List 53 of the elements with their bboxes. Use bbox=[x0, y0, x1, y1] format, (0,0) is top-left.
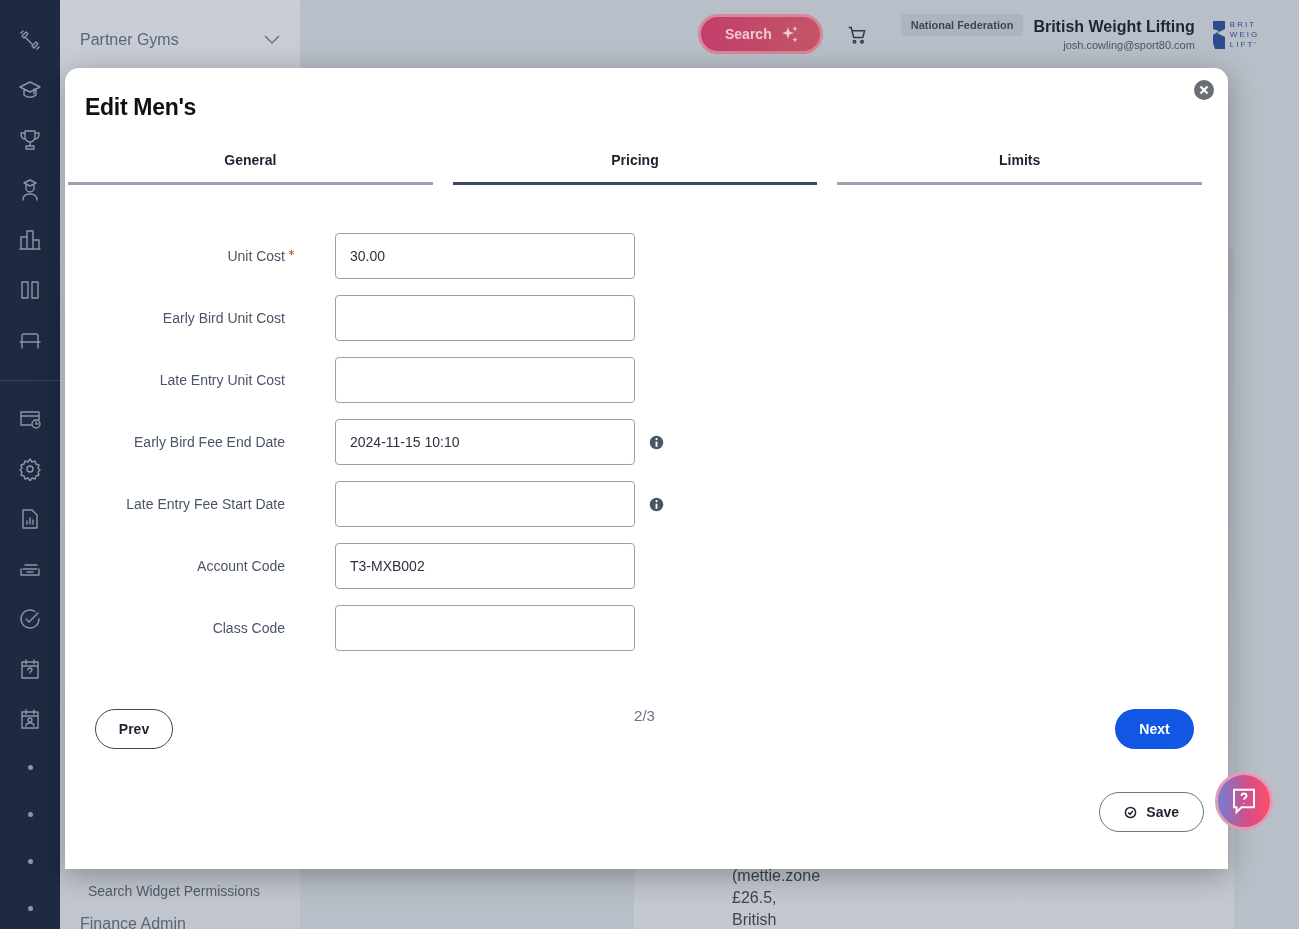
save-button[interactable]: Save bbox=[1099, 792, 1204, 832]
input-field[interactable] bbox=[335, 481, 635, 527]
sidebar-item[interactable]: Search Widget Permissions bbox=[80, 883, 280, 899]
field-label: Early Bird Fee End Date bbox=[133, 434, 285, 450]
bar-chart-icon[interactable] bbox=[18, 228, 42, 252]
field-label: Account Code bbox=[196, 558, 285, 574]
input-field[interactable]: T3-MXB002 bbox=[335, 543, 635, 589]
dumbbell-icon[interactable] bbox=[18, 28, 42, 52]
logo-text: LIFT' bbox=[1229, 39, 1259, 50]
info-icon[interactable] bbox=[648, 433, 665, 451]
prev-button[interactable]: Prev bbox=[95, 709, 173, 749]
input-field[interactable] bbox=[335, 357, 635, 403]
nav-dot-icon[interactable] bbox=[27, 812, 33, 817]
nav-dot-icon[interactable] bbox=[27, 906, 33, 911]
field-label: Early Bird Unit Cost bbox=[161, 310, 285, 326]
federation-badge: National Federation bbox=[900, 13, 1024, 36]
field-label: Unit Cost bbox=[226, 248, 285, 264]
logo-text: WEIG bbox=[1229, 29, 1261, 40]
input-field[interactable]: 30.00 bbox=[335, 233, 635, 279]
help-chat-button[interactable] bbox=[1215, 772, 1273, 830]
sidebar-item[interactable]: Partner Gyms bbox=[80, 27, 280, 53]
calendar-question-icon[interactable] bbox=[18, 657, 42, 681]
tab[interactable]: General bbox=[68, 143, 433, 185]
card-text: £26.5, bbox=[732, 889, 778, 907]
page-indicator: 2/3 bbox=[634, 707, 655, 724]
input-field[interactable]: 2024-11-15 10:10 bbox=[335, 419, 635, 465]
tab[interactable]: Limits bbox=[837, 143, 1202, 185]
logo-text: BRIT bbox=[1229, 19, 1258, 30]
input-field[interactable] bbox=[335, 605, 635, 651]
user-email: josh.cowling@sport80.com bbox=[1063, 39, 1195, 51]
organisation-name: British Weight Lifting bbox=[1033, 18, 1195, 36]
check-circle-icon bbox=[1124, 805, 1138, 819]
field-label: Late Entry Fee Start Date bbox=[125, 496, 285, 512]
required-icon bbox=[288, 249, 295, 256]
columns-icon[interactable] bbox=[18, 278, 42, 302]
nav-dot-icon[interactable] bbox=[27, 765, 33, 770]
input-field[interactable] bbox=[335, 295, 635, 341]
close-icon[interactable] bbox=[1194, 80, 1214, 100]
logo-icon bbox=[1210, 18, 1227, 51]
tab[interactable]: Pricing bbox=[452, 143, 818, 185]
field-label: Late Entry Unit Cost bbox=[158, 372, 285, 388]
settings-icon[interactable] bbox=[18, 457, 42, 481]
calendar-person-icon[interactable] bbox=[18, 707, 42, 731]
dialog-title: Edit Men's bbox=[85, 94, 198, 121]
next-button[interactable]: Next bbox=[1115, 709, 1194, 749]
info-icon[interactable] bbox=[648, 495, 665, 513]
chevron-icon bbox=[264, 35, 280, 45]
card-text: British bbox=[732, 911, 778, 929]
trophy-icon[interactable] bbox=[18, 128, 42, 152]
field-label: Class Code bbox=[211, 620, 285, 636]
cart-icon[interactable] bbox=[846, 24, 867, 45]
nav-dot-icon[interactable] bbox=[27, 859, 33, 864]
card-text: (mettie.zone bbox=[732, 867, 822, 885]
